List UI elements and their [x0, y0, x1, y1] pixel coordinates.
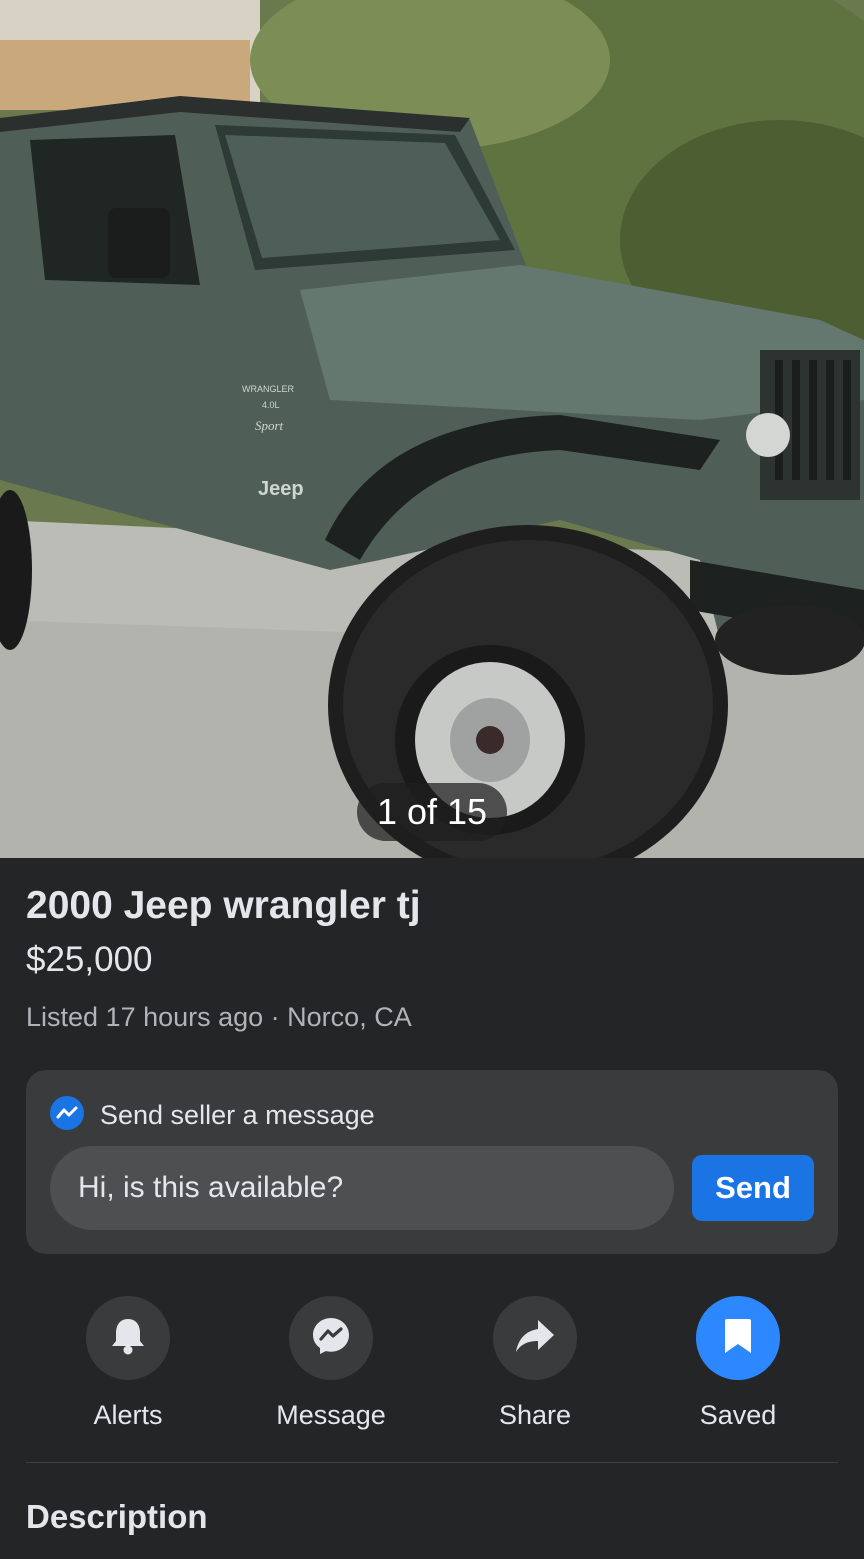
description-heading: Description	[26, 1498, 208, 1535]
messenger-icon	[50, 1096, 84, 1135]
saved-label: Saved	[699, 1400, 777, 1430]
jeep-photo: Jeep WRANGLER 4.0L Sport	[0, 0, 864, 858]
saved-circle[interactable]	[696, 1296, 780, 1380]
alerts-label: Alerts	[93, 1400, 163, 1430]
listing-price: $25,000	[26, 940, 153, 979]
listing-photo[interactable]: Jeep WRANGLER 4.0L Sport 1 of 15	[0, 0, 864, 858]
svg-text:WRANGLER: WRANGLER	[242, 384, 295, 394]
svg-text:Sport: Sport	[255, 418, 284, 433]
share-icon	[514, 1318, 556, 1359]
message-seller-card: Send seller a message Hi, is this availa…	[26, 1070, 838, 1254]
bell-icon	[109, 1316, 147, 1361]
svg-text:4.0L: 4.0L	[262, 400, 280, 410]
saved-button[interactable]: Saved	[653, 1296, 823, 1431]
message-button[interactable]: Message	[246, 1296, 416, 1431]
bookmark-icon	[723, 1317, 753, 1360]
message-label: Message	[276, 1400, 386, 1430]
alerts-circle[interactable]	[86, 1296, 170, 1380]
photo-counter: 1 of 15	[357, 783, 507, 841]
message-input[interactable]: Hi, is this available?	[50, 1146, 674, 1230]
share-circle[interactable]	[493, 1296, 577, 1380]
svg-text:Jeep: Jeep	[258, 478, 304, 500]
listing-title: 2000 Jeep wrangler tj	[26, 884, 421, 927]
listing-meta: Listed 17 hours ago · Norco, CA	[26, 1002, 412, 1032]
send-button[interactable]: Send	[692, 1155, 814, 1221]
messenger-icon	[310, 1315, 352, 1362]
message-card-header: Send seller a message	[50, 1096, 375, 1135]
message-circle[interactable]	[289, 1296, 373, 1380]
share-label: Share	[498, 1400, 572, 1430]
action-bar: Alerts Message Share Saved	[0, 1296, 864, 1436]
section-divider	[26, 1462, 838, 1463]
message-card-heading: Send seller a message	[100, 1100, 375, 1130]
alerts-button[interactable]: Alerts	[43, 1296, 213, 1431]
share-button[interactable]: Share	[450, 1296, 620, 1431]
